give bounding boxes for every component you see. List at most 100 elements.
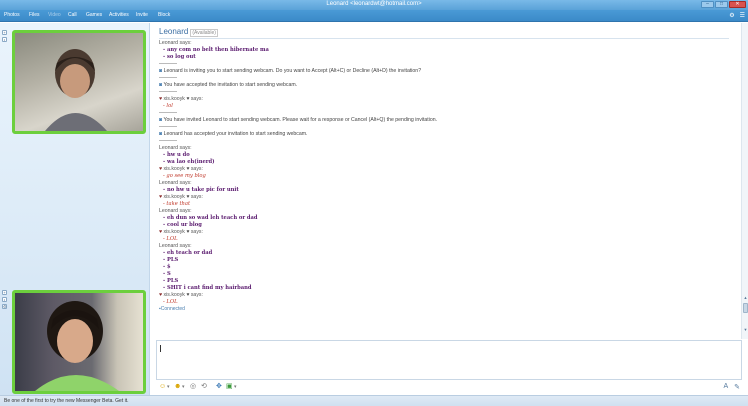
contact-webcam[interactable] (12, 30, 146, 134)
sender-name: ♥ xis.kooyk ♥ says: (159, 292, 203, 298)
menu-bar: Photos Files Video Call Games Activities… (0, 10, 748, 22)
message-line: - S (163, 271, 171, 277)
message-line: - cool ur blog (163, 222, 202, 228)
menu-right-icons: ⚙ ☰ (729, 12, 745, 19)
text-caret (160, 345, 161, 352)
message-line: - PLS (163, 278, 179, 284)
message-line: - LOL (163, 236, 178, 242)
window-controls: – □ ✕ (701, 1, 746, 8)
menu-list-icon[interactable]: ☰ (740, 12, 745, 19)
sender-name: ♥ xis.kooyk ♥ says: (159, 166, 203, 172)
message-line: - wa lao eh(inerd) (163, 159, 215, 165)
background-icon[interactable]: ✥ (216, 383, 222, 391)
heart-icon: ♥ (159, 229, 163, 235)
divider (159, 126, 177, 127)
footer-bar: Be one of the first to try the new Messe… (0, 395, 748, 406)
webcam-icon: ◙ (159, 131, 163, 137)
message-line: - no hw u take pic for unit (163, 187, 239, 193)
scroll-up-arrow[interactable]: ▲ (743, 295, 748, 301)
message-line: - eh teach or dad (163, 250, 213, 256)
close-button[interactable]: ✕ (729, 1, 746, 8)
sender-name: Leonard says: (159, 243, 192, 249)
menu-video: Video (48, 12, 61, 18)
wink-dropdown-icon[interactable]: ▾ (182, 383, 185, 391)
heart-icon: ♥ (159, 292, 163, 298)
message-line: - lol (163, 103, 173, 109)
message-log[interactable]: Leonard says: - any com no belt then hib… (159, 40, 719, 337)
heart-icon: ♥ (159, 194, 163, 200)
settings-icon[interactable]: ⚙ (729, 12, 734, 19)
sender-name: ♥ xis.kooyk ♥ says: (159, 229, 203, 235)
sender-name: Leonard says: (159, 145, 192, 151)
bottom-side-icons: + • ⚙ (2, 290, 7, 309)
system-message: ◙ Leonard is inviting you to start sendi… (159, 68, 422, 74)
voice-clip-icon[interactable]: ◎ (190, 383, 196, 391)
window-title: Leonard <leonardwt@hotmail.com> (326, 1, 422, 7)
message-line: - take that (163, 201, 191, 207)
title-bar: Leonard <leonardwt@hotmail.com> – □ ✕ (0, 0, 748, 10)
webcam-icon: ◙ (159, 117, 163, 123)
heart-icon: ♥ (159, 166, 163, 172)
message-line: - LOL (163, 299, 178, 305)
font-icon[interactable]: A (723, 383, 728, 391)
settings-small-icon[interactable]: ⚙ (2, 304, 7, 309)
system-message: ◙ You have invited Leonard to start send… (159, 117, 438, 123)
menu-invite[interactable]: Invite (136, 12, 148, 18)
contact-person-image (45, 49, 107, 131)
webcam-icon: ◙ (159, 82, 163, 88)
message-line: - go see my blog (163, 173, 206, 179)
menu-call[interactable]: Call (68, 12, 77, 18)
header-divider (159, 38, 729, 39)
maximize-button[interactable]: □ (715, 1, 728, 8)
pin-icon[interactable]: • (2, 37, 7, 42)
image-dropdown-icon[interactable]: ▾ (234, 383, 237, 391)
sender-name: ♥ xis.kooyk ♥ says: (159, 194, 203, 200)
divider (159, 77, 177, 78)
message-line: - eh dun so wad leh teach or dad (163, 215, 258, 221)
scroll-thumb[interactable] (743, 303, 748, 313)
divider (159, 140, 177, 141)
conversation-area: Leonard (Available) Leonard says: - any c… (151, 23, 741, 339)
contact-name: Leonard (159, 27, 189, 36)
message-line: - SHIT i cant find my hairband (163, 285, 252, 291)
message-scrollbar[interactable]: ▲ ▼ (741, 23, 748, 339)
beta-promo-link[interactable]: Be one of the first to try the new Messe… (4, 398, 129, 404)
contact-header[interactable]: Leonard (Available) (159, 27, 218, 37)
my-person-image (35, 301, 119, 391)
heart-icon: ♥ (159, 96, 163, 102)
webcam-pane: + • + • ⚙ (0, 23, 150, 395)
pin-icon[interactable]: • (2, 297, 7, 302)
message-line: - so log out (163, 54, 196, 60)
menu-block[interactable]: Block (158, 12, 170, 18)
expand-icon[interactable]: + (2, 30, 7, 35)
system-message: ◙ You have accepted the invitation to st… (159, 82, 298, 88)
nudge-icon[interactable]: ⟲ (201, 383, 207, 391)
system-message: ◙ Leonard has accepted your invitation t… (159, 131, 308, 137)
wink-icon[interactable]: ☻ (174, 383, 181, 391)
contact-status: (Available) (190, 29, 218, 37)
top-side-icons: + • (2, 30, 7, 42)
sender-name: Leonard says: (159, 208, 192, 214)
my-webcam[interactable] (12, 290, 146, 394)
menu-photos[interactable]: Photos (4, 12, 20, 18)
sender-name: ♥ xis.kooyk ♥ says: (159, 96, 203, 102)
message-input[interactable] (156, 340, 742, 380)
menu-games[interactable]: Games (86, 12, 102, 18)
menu-activities[interactable]: Activities (109, 12, 129, 18)
minimize-button[interactable]: – (701, 1, 714, 8)
handwriting-icon[interactable]: ✎ (734, 383, 740, 391)
emoticon-dropdown-icon[interactable]: ▾ (167, 383, 170, 391)
menu-files[interactable]: Files (29, 12, 40, 18)
divider (159, 91, 177, 92)
message-line: - hw u do (163, 152, 190, 158)
emoticon-icon[interactable]: ☺ (159, 383, 166, 391)
divider (159, 112, 177, 113)
divider (159, 63, 177, 64)
scroll-down-arrow[interactable]: ▼ (743, 327, 748, 333)
image-icon[interactable]: ▣ (226, 383, 233, 391)
expand-icon[interactable]: + (2, 290, 7, 295)
webcam-icon: ◙ (159, 68, 163, 74)
message-line: - any com no belt then hibernate ma (163, 47, 269, 53)
sender-name: Leonard says: (159, 40, 192, 46)
sender-name: Leonard says: (159, 180, 192, 186)
